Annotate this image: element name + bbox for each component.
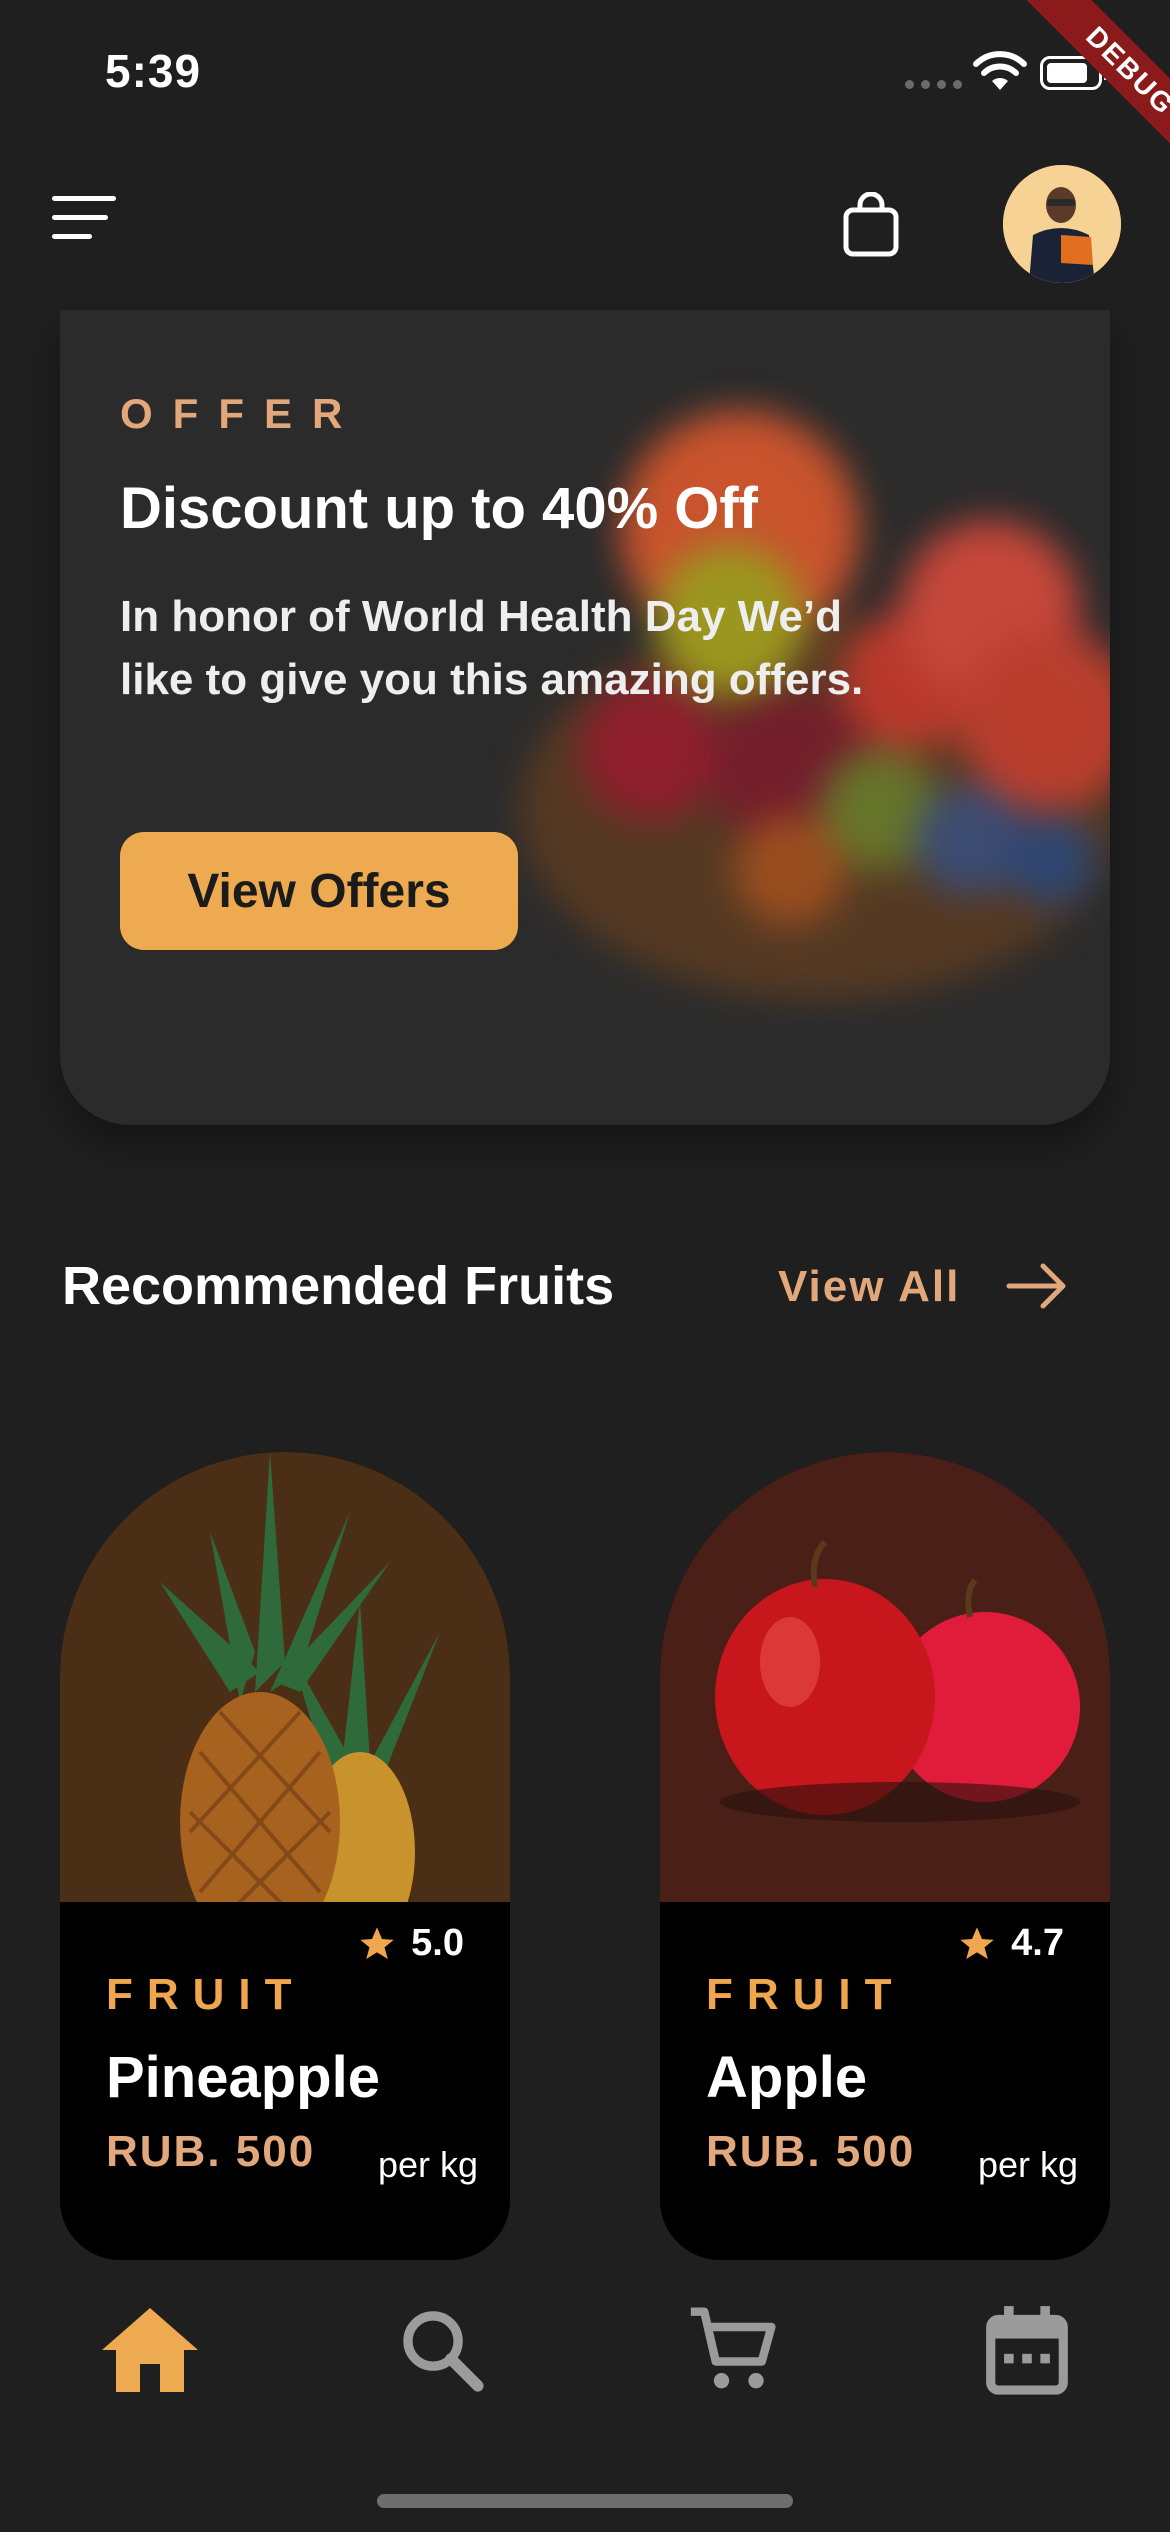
star-icon (360, 1926, 394, 1959)
shopping-bag-icon[interactable] (842, 192, 900, 258)
fruit-category: FRUIT (706, 1970, 906, 2019)
section-title: Recommended Fruits (62, 1256, 615, 1316)
pineapple-image (60, 1452, 510, 1952)
rating-value: 5.0 (411, 1922, 464, 1964)
offer-card: OFFER Discount up to 40% Off In honor of… (60, 310, 1110, 1125)
rating-value: 4.7 (1011, 1922, 1064, 1964)
status-time: 5:39 (105, 45, 202, 97)
offer-title: Discount up to 40% Off (120, 476, 758, 541)
view-offers-button[interactable]: View Offers (120, 832, 518, 950)
star-icon (960, 1926, 994, 1959)
fruit-card-pineapple[interactable]: 5.0 FRUIT Pineapple RUB. 500 per kg (60, 1452, 510, 2260)
fruit-card-apple[interactable]: 4.7 FRUIT Apple RUB. 500 per kg (660, 1452, 1110, 2260)
offer-description: In honor of World Health Day We’d like t… (120, 592, 864, 704)
nav-search[interactable] (392, 2300, 492, 2400)
wifi-icon (973, 51, 1027, 90)
cellular-signal-icon (905, 80, 962, 89)
offer-label: OFFER (120, 390, 363, 437)
rating: 5.0 (357, 1922, 464, 1965)
calendar-icon (986, 2306, 1068, 2395)
rating: 4.7 (957, 1922, 1064, 1965)
fruit-name: Apple (706, 2045, 868, 2110)
debug-banner: DEBUG (1007, 0, 1170, 194)
nav-cart[interactable] (683, 2300, 783, 2400)
cart-icon (690, 2307, 776, 2389)
fruit-category: FRUIT (106, 1970, 306, 2019)
nav-home[interactable] (100, 2300, 200, 2400)
search-icon (403, 2311, 484, 2392)
home-icon (102, 2308, 198, 2392)
fruit-price: RUB. 500 (706, 2127, 916, 2176)
avatar[interactable] (1003, 165, 1121, 283)
fruit-price: RUB. 500 (106, 2127, 316, 2176)
view-all-link[interactable]: View All (778, 1262, 960, 1312)
fruit-unit: per kg (977, 2144, 1078, 2185)
fruit-name: Pineapple (106, 2045, 380, 2110)
apple-image (660, 1452, 1110, 1902)
home-indicator[interactable] (377, 2494, 793, 2508)
menu-icon[interactable] (52, 196, 116, 252)
fruit-unit: per kg (377, 2144, 478, 2185)
nav-calendar[interactable] (977, 2300, 1077, 2400)
arrow-right-icon[interactable] (1005, 1262, 1069, 1310)
